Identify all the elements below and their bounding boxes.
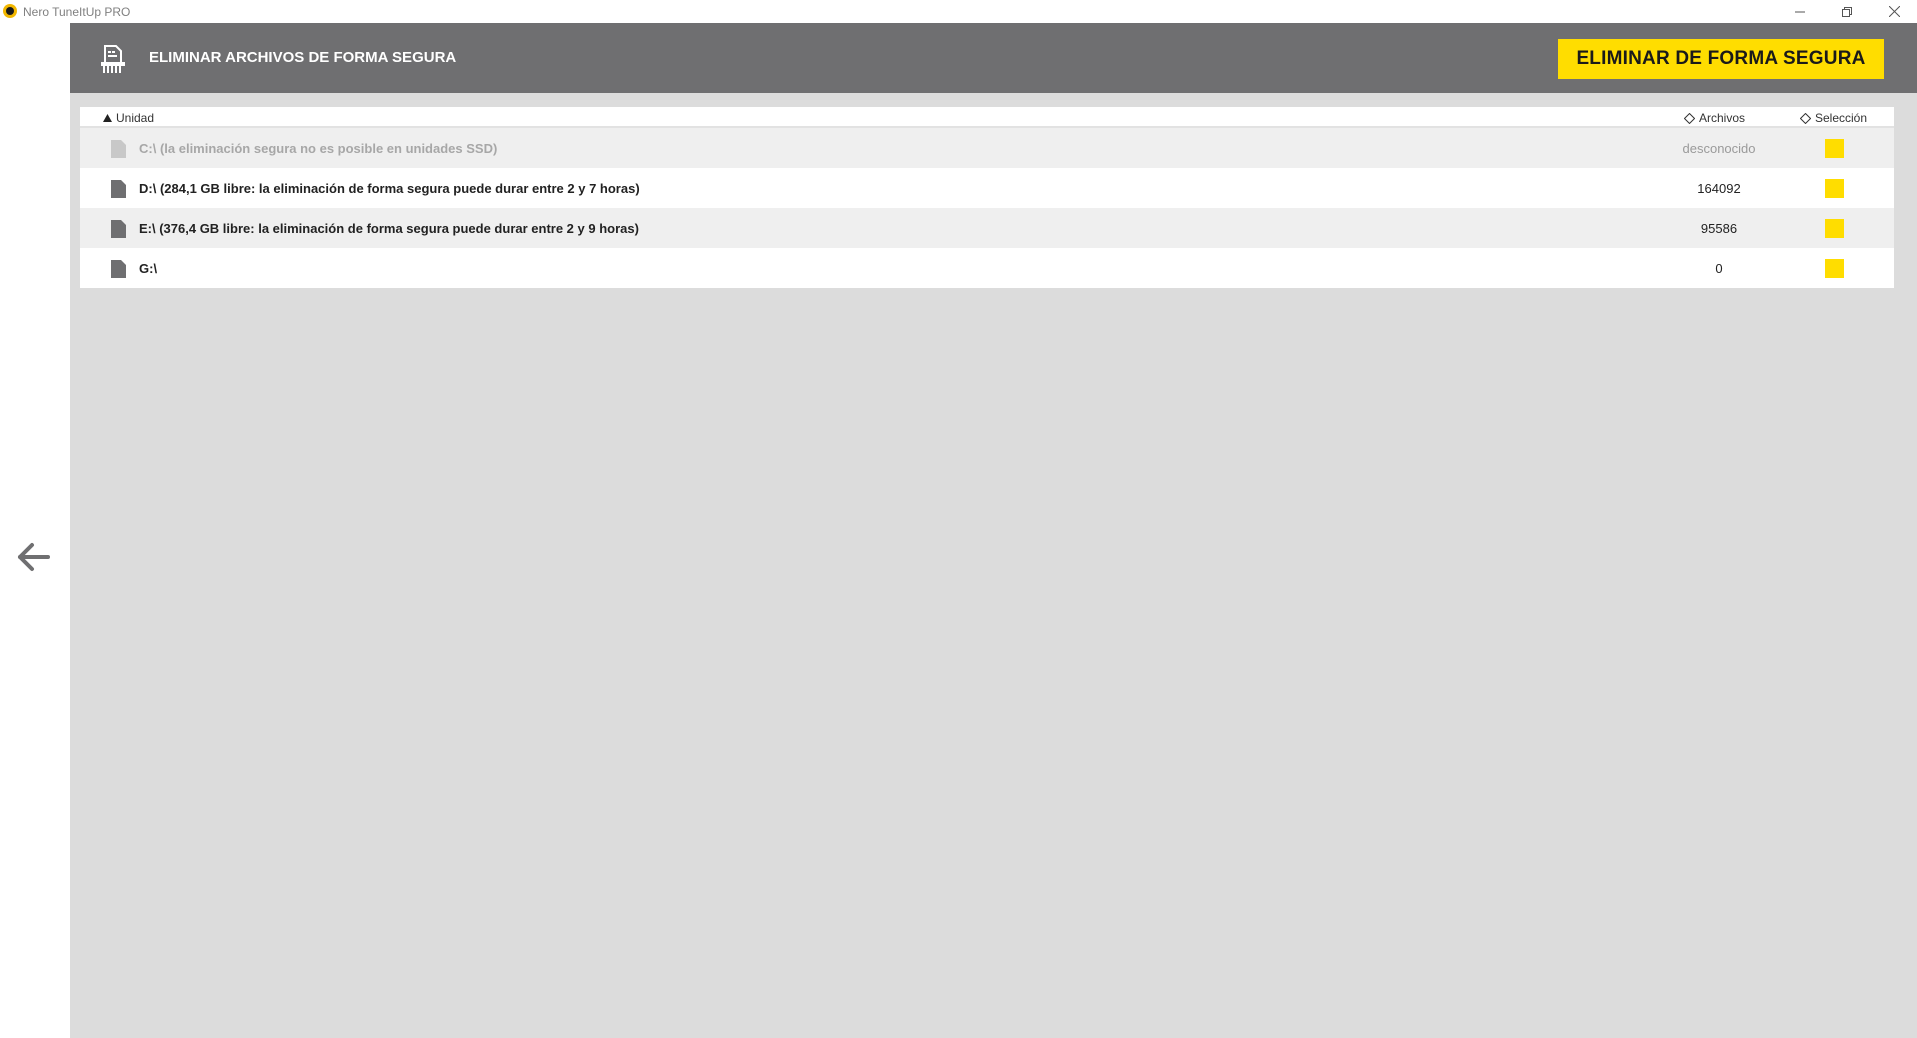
column-header-unit[interactable]: Unidad bbox=[103, 111, 154, 125]
close-button[interactable] bbox=[1871, 0, 1917, 23]
file-count: 164092 bbox=[1697, 181, 1741, 196]
selection-checkbox[interactable] bbox=[1825, 179, 1844, 198]
selection-checkbox[interactable] bbox=[1825, 219, 1844, 238]
triangle-up-icon bbox=[103, 114, 112, 122]
table-header: Unidad Archivos Selección bbox=[80, 107, 1894, 128]
minimize-icon bbox=[1795, 11, 1805, 12]
document-icon bbox=[111, 220, 126, 238]
file-count: desconocido bbox=[1682, 141, 1756, 156]
title-bar: Nero TuneItUp PRO bbox=[0, 0, 1917, 23]
restore-icon bbox=[1842, 6, 1852, 17]
back-button[interactable] bbox=[14, 537, 54, 577]
table-row[interactable]: G:\ 0 bbox=[80, 248, 1894, 288]
page-header: ELIMINAR ARCHIVOS DE FORMA SEGURA ELIMIN… bbox=[70, 23, 1917, 93]
minimize-button[interactable] bbox=[1777, 0, 1823, 23]
diamond-icon bbox=[1800, 112, 1811, 124]
table-row: C:\ (la eliminación segura no es posible… bbox=[80, 128, 1894, 168]
document-icon bbox=[111, 180, 126, 198]
window-title: Nero TuneItUp PRO bbox=[23, 5, 131, 19]
drives-table: Unidad Archivos Selección C:\ (la elimin… bbox=[80, 107, 1894, 288]
drive-label: D:\ (284,1 GB libre: la eliminación de f… bbox=[139, 181, 640, 196]
page-title: ELIMINAR ARCHIVOS DE FORMA SEGURA bbox=[149, 49, 457, 66]
selection-checkbox[interactable] bbox=[1825, 139, 1844, 158]
file-count: 0 bbox=[1715, 261, 1723, 276]
column-header-selection[interactable]: Selección bbox=[1800, 111, 1867, 125]
column-header-files[interactable]: Archivos bbox=[1684, 111, 1745, 125]
drive-label: C:\ (la eliminación segura no es posible… bbox=[139, 141, 498, 156]
arrow-left-icon bbox=[18, 543, 50, 571]
drive-label: E:\ (376,4 GB libre: la eliminación de f… bbox=[139, 221, 639, 236]
nero-logo-icon bbox=[3, 4, 17, 18]
document-icon bbox=[111, 140, 126, 158]
drive-label: G:\ bbox=[139, 261, 158, 276]
document-icon bbox=[111, 260, 126, 278]
column-header-selection-label: Selección bbox=[1815, 111, 1868, 125]
file-count: 95586 bbox=[1700, 221, 1738, 236]
close-icon bbox=[1888, 6, 1900, 17]
shredder-icon bbox=[101, 45, 125, 73]
left-rail bbox=[0, 23, 70, 1038]
column-header-unit-label: Unidad bbox=[116, 111, 155, 125]
table-row[interactable]: E:\ (376,4 GB libre: la eliminación de f… bbox=[80, 208, 1894, 248]
secure-delete-button[interactable]: ELIMINAR DE FORMA SEGURA bbox=[1558, 39, 1884, 79]
column-header-files-label: Archivos bbox=[1699, 111, 1746, 125]
main-content: ELIMINAR ARCHIVOS DE FORMA SEGURA ELIMIN… bbox=[70, 23, 1917, 1038]
table-row[interactable]: D:\ (284,1 GB libre: la eliminación de f… bbox=[80, 168, 1894, 208]
diamond-icon bbox=[1684, 112, 1695, 124]
restore-button[interactable] bbox=[1824, 0, 1870, 23]
selection-checkbox[interactable] bbox=[1825, 259, 1844, 278]
